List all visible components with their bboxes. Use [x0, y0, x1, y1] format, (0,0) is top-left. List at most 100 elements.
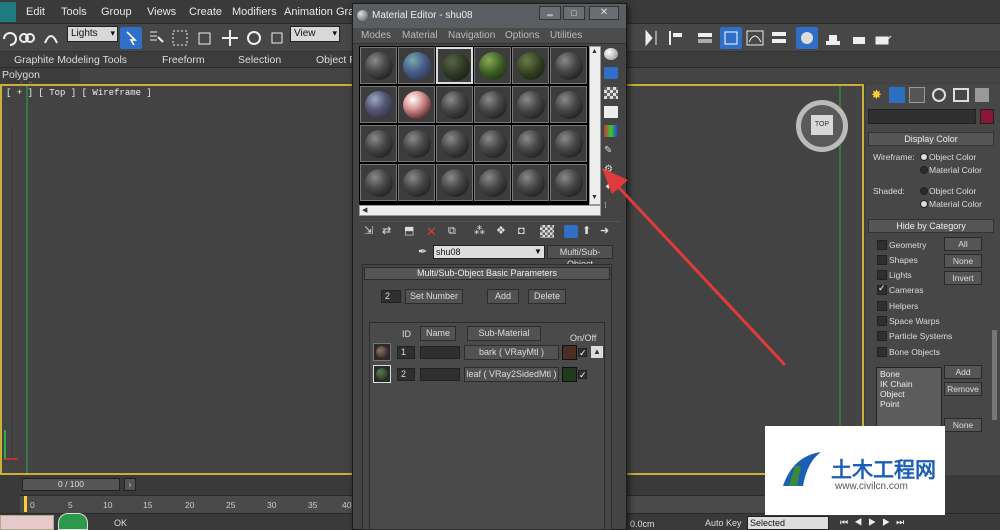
- material-map-navigator-icon[interactable]: ⁝: [604, 199, 618, 211]
- go-to-parent-icon[interactable]: ⬆: [582, 225, 596, 238]
- category-lights[interactable]: Lights: [877, 270, 912, 280]
- show-end-result-icon[interactable]: [564, 225, 578, 238]
- submaterial-on-checkbox[interactable]: ✓: [578, 348, 587, 358]
- tab-graphite-modeling-tools[interactable]: Graphite Modeling Tools: [14, 54, 127, 66]
- menu-material[interactable]: Material: [402, 30, 438, 41]
- scroll-down-icon[interactable]: ▼: [591, 194, 599, 202]
- slots-horizontal-scrollbar[interactable]: ◀: [359, 205, 601, 216]
- hierarchy-tab-icon[interactable]: [909, 87, 925, 103]
- material-sample-slot[interactable]: [360, 125, 397, 162]
- assign-to-selection-icon[interactable]: ⬒: [404, 225, 418, 238]
- get-material-icon[interactable]: ⇲: [364, 225, 378, 238]
- add-category-button[interactable]: Add: [944, 365, 982, 379]
- material-sample-slot[interactable]: [550, 47, 587, 84]
- list-item[interactable]: Bone: [880, 369, 938, 379]
- material-editor-titlebar[interactable]: Material Editor - shu08 ‗ □ ✕: [353, 4, 626, 28]
- submaterial-color-swatch[interactable]: [562, 367, 577, 382]
- material-sample-slot[interactable]: [512, 86, 549, 123]
- status-badge-icon[interactable]: [58, 513, 88, 530]
- shaded-material-color-radio[interactable]: Material Color: [920, 199, 982, 209]
- scroll-up-icon[interactable]: ▲: [591, 48, 599, 56]
- mirror-icon[interactable]: [640, 27, 662, 49]
- select-by-material-icon[interactable]: ✦: [604, 182, 618, 194]
- menu-create[interactable]: Create: [189, 6, 222, 18]
- material-sample-slot[interactable]: [360, 164, 397, 201]
- window-crossing-icon[interactable]: [194, 27, 216, 49]
- material-sample-slot[interactable]: [474, 47, 511, 84]
- key-filter-dropdown[interactable]: Selected: [747, 516, 829, 530]
- submaterial-button[interactable]: bark ( VRayMtl ): [464, 345, 559, 360]
- submaterial-preview-1[interactable]: [373, 343, 391, 361]
- put-to-library-icon[interactable]: ❖: [496, 225, 510, 238]
- layer-manager-icon[interactable]: [694, 27, 716, 49]
- submaterial-preview-2[interactable]: [373, 365, 391, 383]
- menu-tools[interactable]: Tools: [61, 6, 87, 18]
- hide-by-category-rollout[interactable]: Hide by Category: [868, 219, 994, 233]
- rotate-icon[interactable]: [243, 27, 265, 49]
- rectangular-selection-icon[interactable]: [169, 27, 191, 49]
- category-helpers[interactable]: Helpers: [877, 301, 918, 311]
- object-name-field[interactable]: [868, 109, 976, 124]
- scale-icon[interactable]: [266, 27, 288, 49]
- create-tab-icon[interactable]: ✸: [871, 88, 885, 102]
- graphite-tools-icon[interactable]: [720, 27, 742, 49]
- material-sample-slot[interactable]: [398, 164, 435, 201]
- auto-key-button[interactable]: Auto Key: [705, 516, 747, 530]
- close-button[interactable]: ✕: [589, 6, 619, 20]
- material-sample-slot[interactable]: [398, 86, 435, 123]
- go-forward-to-sibling-icon[interactable]: ➜: [600, 225, 614, 238]
- selection-filter-dropdown[interactable]: Lights: [67, 26, 118, 42]
- playback-controls[interactable]: ⏮◀▶▶⏭: [840, 517, 950, 529]
- video-color-check-icon[interactable]: [604, 125, 618, 137]
- maximize-button[interactable]: □: [563, 6, 585, 20]
- list-item[interactable]: Point: [880, 399, 938, 409]
- display-color-rollout[interactable]: Display Color: [868, 132, 994, 146]
- material-sample-slot[interactable]: [436, 86, 473, 123]
- basic-parameters-rollout[interactable]: Multi/Sub-Object Basic Parameters: [364, 267, 610, 280]
- scroll-left-icon[interactable]: ◀: [362, 206, 367, 214]
- panel-scrollbar[interactable]: [992, 330, 997, 420]
- material-sample-slot[interactable]: [512, 47, 549, 84]
- submaterial-name-field[interactable]: [420, 368, 460, 381]
- submaterial-id-field[interactable]: 2: [397, 368, 415, 381]
- align-icon[interactable]: [665, 27, 687, 49]
- submaterial-sort-button[interactable]: Sub-Material: [467, 326, 541, 341]
- move-icon[interactable]: [219, 27, 241, 49]
- object-color-swatch[interactable]: [980, 109, 994, 124]
- material-sample-slot[interactable]: [360, 47, 397, 84]
- motion-tab-icon[interactable]: [932, 88, 946, 102]
- wireframe-object-color-radio[interactable]: Object Color: [920, 152, 976, 162]
- material-sample-slot[interactable]: [398, 125, 435, 162]
- menu-views[interactable]: Views: [147, 6, 176, 18]
- add-button[interactable]: Add: [487, 289, 519, 304]
- menu-utilities[interactable]: Utilities: [550, 30, 582, 41]
- material-sample-slot[interactable]: [436, 47, 473, 84]
- submaterial-id-field[interactable]: 1: [397, 346, 415, 359]
- category-cameras[interactable]: Cameras: [877, 283, 923, 295]
- curve-editor-icon[interactable]: [744, 27, 766, 49]
- material-sample-slot[interactable]: [550, 125, 587, 162]
- show-map-in-viewport-icon[interactable]: [540, 225, 554, 238]
- material-name-field[interactable]: shu08: [433, 245, 545, 259]
- category-space-warps[interactable]: Space Warps: [877, 316, 940, 326]
- submaterial-on-checkbox[interactable]: ✓: [578, 370, 587, 380]
- menu-modifiers[interactable]: Modifiers: [232, 6, 277, 18]
- category-listbox[interactable]: Bone IK Chain Object Point: [876, 367, 942, 429]
- none-button[interactable]: None: [944, 254, 982, 268]
- display-tab-icon[interactable]: [953, 88, 969, 102]
- reset-map-icon[interactable]: ✕: [426, 225, 440, 238]
- menu-group[interactable]: Group: [101, 6, 132, 18]
- material-type-button[interactable]: Multi/Sub-Object: [547, 245, 613, 269]
- sample-uv-tiling-icon[interactable]: [604, 106, 618, 118]
- material-id-channel-icon[interactable]: ◘: [518, 225, 532, 238]
- category-particle-systems[interactable]: Particle Systems: [877, 331, 952, 341]
- material-sample-slot[interactable]: [474, 125, 511, 162]
- category-bone-objects[interactable]: Bone Objects: [877, 347, 940, 357]
- submaterial-name-field[interactable]: [420, 346, 460, 359]
- viewcube-face[interactable]: TOP: [811, 115, 833, 135]
- shaded-object-color-radio[interactable]: Object Color: [920, 186, 976, 196]
- set-number-button[interactable]: Set Number: [405, 289, 463, 304]
- menu-options[interactable]: Options: [505, 30, 539, 41]
- pick-material-eyedropper-icon[interactable]: ✒: [418, 245, 430, 259]
- material-sample-slot[interactable]: [550, 164, 587, 201]
